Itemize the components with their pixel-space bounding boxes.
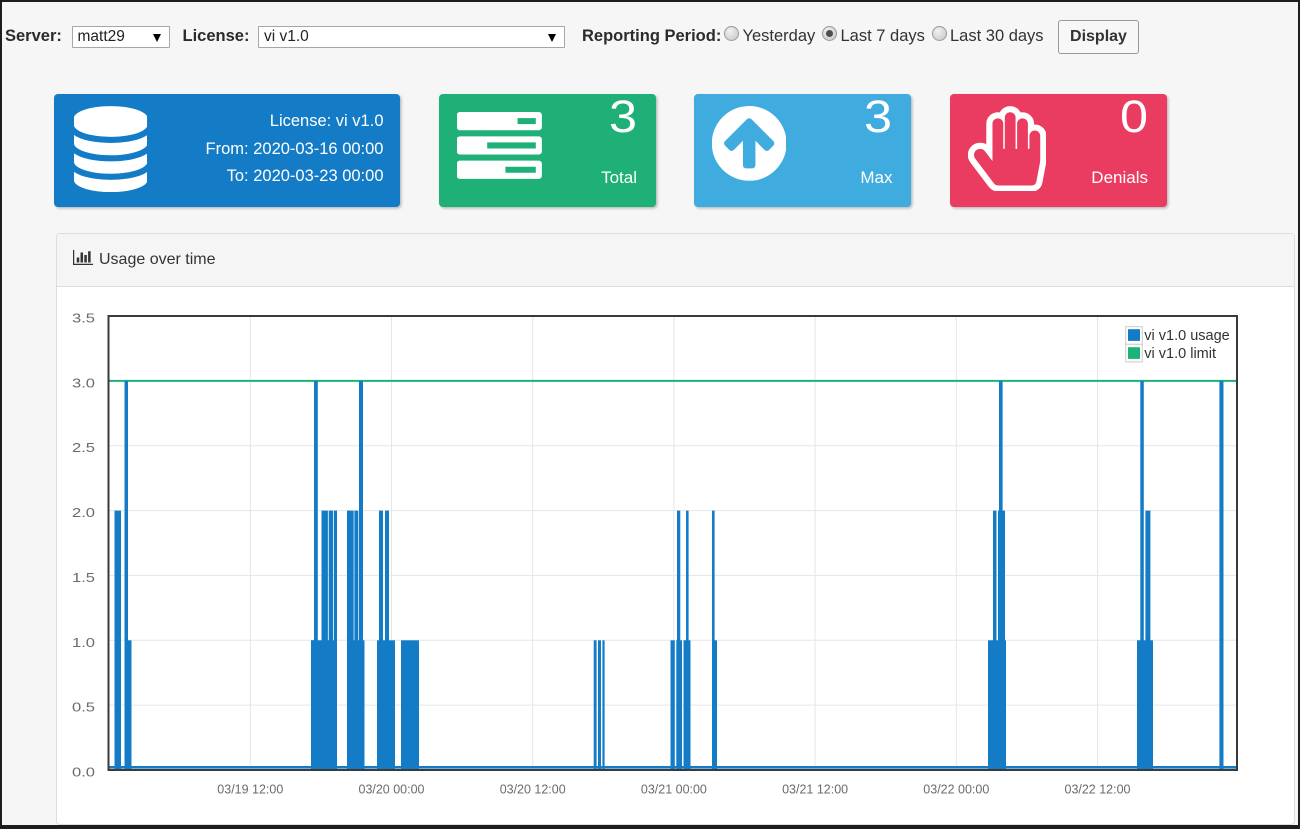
svg-text:3.5: 3.5 bbox=[72, 311, 95, 326]
svg-text:2.5: 2.5 bbox=[72, 440, 95, 455]
svg-text:3.0: 3.0 bbox=[72, 375, 95, 390]
svg-text:03/20 12:00: 03/20 12:00 bbox=[500, 781, 566, 796]
svg-text:1.5: 1.5 bbox=[72, 570, 95, 585]
svg-text:03/21 00:00: 03/21 00:00 bbox=[641, 781, 707, 796]
svg-text:03/21 12:00: 03/21 12:00 bbox=[782, 781, 848, 796]
svg-text:03/20 00:00: 03/20 00:00 bbox=[359, 781, 425, 796]
svg-text:vi v1.0 usage: vi v1.0 usage bbox=[1144, 328, 1229, 344]
svg-text:0.5: 0.5 bbox=[72, 700, 95, 715]
svg-text:03/19 12:00: 03/19 12:00 bbox=[217, 781, 283, 796]
svg-text:03/22 12:00: 03/22 12:00 bbox=[1065, 781, 1131, 796]
svg-text:vi v1.0 limit: vi v1.0 limit bbox=[1144, 346, 1216, 362]
svg-text:0.0: 0.0 bbox=[72, 765, 95, 780]
svg-text:03/22 00:00: 03/22 00:00 bbox=[923, 781, 989, 796]
svg-text:2.0: 2.0 bbox=[72, 505, 95, 520]
svg-text:1.0: 1.0 bbox=[72, 635, 95, 650]
